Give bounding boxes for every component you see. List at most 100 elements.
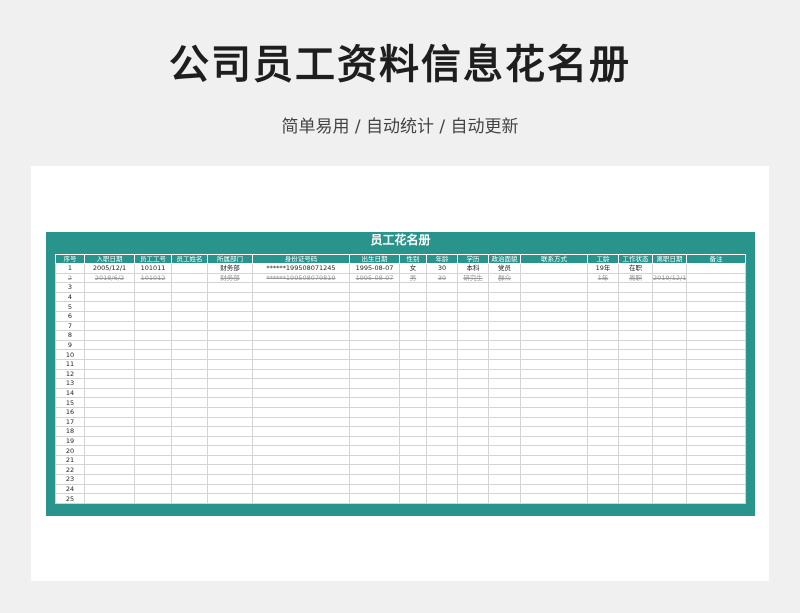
table-cell[interactable] <box>134 474 172 485</box>
table-cell[interactable]: 本科 <box>457 263 489 274</box>
table-cell[interactable] <box>618 435 653 447</box>
table-cell[interactable] <box>686 330 746 341</box>
table-cell[interactable] <box>652 378 687 389</box>
table-cell[interactable]: 22 <box>55 464 85 476</box>
table-cell[interactable] <box>686 263 746 274</box>
table-cell[interactable] <box>171 445 208 456</box>
table-cell[interactable] <box>399 291 427 303</box>
table-cell[interactable] <box>349 416 400 428</box>
table-cell[interactable] <box>686 378 746 389</box>
table-cell[interactable]: 6 <box>55 310 85 322</box>
table-cell[interactable] <box>426 310 458 322</box>
table-cell[interactable] <box>520 483 588 495</box>
table-cell[interactable] <box>652 320 687 332</box>
table-cell[interactable] <box>84 445 135 456</box>
table-cell[interactable] <box>207 397 253 408</box>
table-cell[interactable] <box>652 464 687 476</box>
table-cell[interactable] <box>349 282 400 293</box>
table-cell[interactable] <box>587 426 619 437</box>
table-cell[interactable] <box>349 406 400 418</box>
table-cell[interactable] <box>399 339 427 351</box>
table-cell[interactable] <box>652 291 687 303</box>
table-cell[interactable] <box>171 263 208 274</box>
table-cell[interactable] <box>349 493 400 504</box>
table-cell[interactable] <box>618 406 653 418</box>
table-cell[interactable] <box>207 310 253 322</box>
table-cell[interactable]: 101011 <box>134 263 172 274</box>
table-cell[interactable] <box>457 282 489 293</box>
table-cell[interactable]: 16 <box>55 406 85 418</box>
table-cell[interactable] <box>349 464 400 476</box>
table-cell[interactable] <box>134 320 172 332</box>
table-cell[interactable] <box>488 368 521 380</box>
table-cell[interactable] <box>134 387 172 399</box>
table-cell[interactable] <box>652 474 687 485</box>
table-cell[interactable] <box>426 339 458 351</box>
table-cell[interactable] <box>252 493 350 504</box>
table-cell[interactable] <box>207 454 253 466</box>
table-cell[interactable] <box>652 493 687 504</box>
table-cell[interactable] <box>84 291 135 303</box>
table-cell[interactable] <box>252 397 350 408</box>
table-cell[interactable] <box>520 397 588 408</box>
table-cell[interactable] <box>349 474 400 485</box>
table-cell[interactable] <box>134 406 172 418</box>
table-cell[interactable] <box>399 445 427 456</box>
table-cell[interactable] <box>349 339 400 351</box>
table-cell[interactable] <box>252 406 350 418</box>
table-cell[interactable] <box>618 378 653 389</box>
table-cell[interactable] <box>587 330 619 341</box>
table-cell[interactable] <box>134 378 172 389</box>
table-cell[interactable] <box>426 474 458 485</box>
table-cell[interactable] <box>349 454 400 466</box>
table-cell[interactable] <box>171 301 208 312</box>
table-cell[interactable] <box>134 301 172 312</box>
table-cell[interactable] <box>207 483 253 495</box>
table-cell[interactable] <box>252 378 350 389</box>
table-cell[interactable] <box>587 291 619 303</box>
table-cell[interactable]: 1995-08-07 <box>349 263 400 274</box>
table-cell[interactable] <box>686 349 746 360</box>
table-cell[interactable] <box>520 435 588 447</box>
table-cell[interactable]: 男 <box>399 272 427 284</box>
table-cell[interactable] <box>252 387 350 399</box>
table-cell[interactable] <box>426 301 458 312</box>
table-cell[interactable] <box>686 416 746 428</box>
table-cell[interactable] <box>457 301 489 312</box>
table-cell[interactable] <box>171 368 208 380</box>
table-cell[interactable] <box>488 291 521 303</box>
table-cell[interactable] <box>134 339 172 351</box>
table-cell[interactable] <box>686 272 746 284</box>
table-cell[interactable] <box>426 426 458 437</box>
table-cell[interactable] <box>426 291 458 303</box>
table-cell[interactable] <box>652 406 687 418</box>
table-cell[interactable] <box>587 445 619 456</box>
table-cell[interactable] <box>488 406 521 418</box>
table-cell[interactable] <box>399 387 427 399</box>
table-cell[interactable] <box>399 358 427 370</box>
table-cell[interactable] <box>520 358 588 370</box>
table-cell[interactable] <box>686 310 746 322</box>
table-cell[interactable] <box>686 474 746 485</box>
table-cell[interactable] <box>171 291 208 303</box>
table-cell[interactable] <box>520 349 588 360</box>
table-cell[interactable]: 2005/12/1 <box>84 263 135 274</box>
table-cell[interactable] <box>399 416 427 428</box>
table-cell[interactable] <box>349 301 400 312</box>
table-cell[interactable] <box>399 483 427 495</box>
table-cell[interactable] <box>520 320 588 332</box>
table-cell[interactable] <box>686 282 746 293</box>
table-cell[interactable] <box>349 435 400 447</box>
table-cell[interactable]: 14 <box>55 387 85 399</box>
table-cell[interactable] <box>686 397 746 408</box>
table-cell[interactable] <box>457 454 489 466</box>
table-cell[interactable]: 30 <box>426 263 458 274</box>
table-cell[interactable] <box>171 310 208 322</box>
table-cell[interactable] <box>134 426 172 437</box>
table-cell[interactable] <box>134 493 172 504</box>
table-cell[interactable] <box>618 454 653 466</box>
table-cell[interactable]: 13 <box>55 378 85 389</box>
table-cell[interactable] <box>399 349 427 360</box>
table-cell[interactable] <box>399 474 427 485</box>
table-cell[interactable] <box>252 330 350 341</box>
